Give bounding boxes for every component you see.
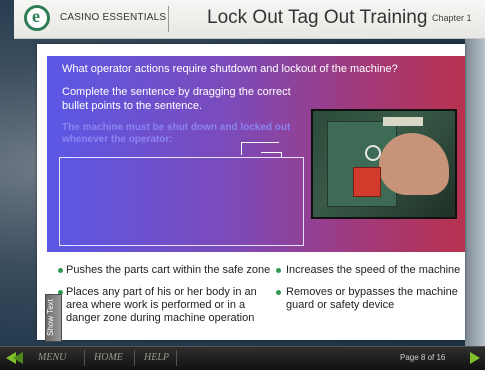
bullet-icon bbox=[276, 268, 281, 273]
chapter-label: Chapter 1 bbox=[432, 13, 472, 23]
footer-separator bbox=[134, 350, 135, 366]
back-arrow-icon[interactable] bbox=[13, 352, 23, 364]
question-text: What operator actions require shutdown a… bbox=[62, 63, 398, 75]
logo-letter: e bbox=[32, 6, 40, 26]
bullet-icon bbox=[58, 268, 63, 273]
connector-line bbox=[241, 142, 279, 143]
draggable-option[interactable]: Pushes the parts cart within the safe zo… bbox=[66, 264, 276, 277]
video-machine-label bbox=[383, 117, 423, 126]
next-arrow-icon[interactable] bbox=[470, 352, 480, 364]
connector-line bbox=[261, 152, 282, 153]
draggable-option[interactable]: Removes or bypasses the machine guard or… bbox=[286, 286, 466, 312]
drop-zone[interactable] bbox=[59, 157, 304, 246]
menu-button[interactable]: MENU bbox=[38, 352, 66, 363]
page-indicator: Page 8 of 16 bbox=[400, 353, 446, 362]
footer-separator bbox=[84, 350, 85, 366]
connector-line bbox=[241, 142, 242, 155]
bullet-icon bbox=[276, 290, 281, 295]
instruction-text: Complete the sentence by dragging the co… bbox=[62, 86, 291, 112]
training-video[interactable] bbox=[311, 109, 457, 219]
header-divider bbox=[168, 6, 169, 32]
show-text-label: Show Text bbox=[46, 299, 55, 337]
course-title: Lock Out Tag Out Training bbox=[207, 7, 428, 28]
home-button[interactable]: HOME bbox=[94, 352, 123, 363]
draggable-option[interactable]: Increases the speed of the machine bbox=[286, 264, 466, 277]
background-edge bbox=[465, 0, 485, 369]
video-padlock bbox=[365, 145, 381, 161]
help-button[interactable]: HELP bbox=[144, 352, 169, 363]
brand-name: CASINO ESSENTIALS bbox=[60, 12, 167, 23]
draggable-option[interactable]: Places any part of his or her body in an… bbox=[66, 286, 266, 325]
footer-separator bbox=[176, 350, 177, 366]
video-lockout-tag bbox=[353, 167, 381, 197]
